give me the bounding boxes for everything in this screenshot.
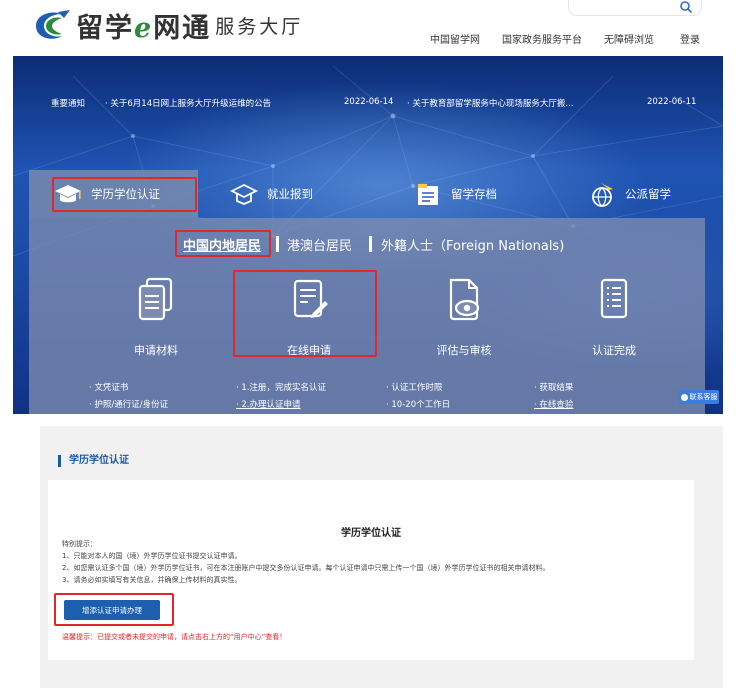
tab-label: 就业报到 [267, 187, 313, 201]
step-materials-details: · 文凭证书 · 护照/通行证/身份证 [89, 380, 168, 414]
contact-support-button[interactable]: 联系客服 [679, 390, 719, 404]
bullet-item: · 文凭证书 [89, 383, 129, 393]
tip-item: 3、请务必如实填写有关信息，并确保上传材料的真实性。 [62, 576, 242, 584]
warm-reminder: 温馨提示：已提交或者未提交的申请，请点击右上方的“用户中心”查看！ [62, 633, 287, 641]
tab-government-sponsored[interactable]: 公派留学 [587, 170, 671, 218]
add-certification-application-button[interactable]: 增添认证申请办理 [64, 600, 160, 620]
bullet-link-verify-online[interactable]: · 在线查验 [534, 397, 573, 414]
logo-subtitle: 服务大厅 [215, 15, 304, 38]
bullet-item: · 获取结果 [534, 383, 574, 393]
notice-link-1[interactable]: · 关于6月14日网上服务大厅升级运维的公告 [105, 97, 271, 109]
step-evaluation-review[interactable]: 评估与审核 [389, 276, 539, 366]
site-logo[interactable]: 留学e网通 服务大厅 [32, 6, 303, 44]
top-nav: 中国留学网 国家政务服务平台 无障碍浏览 登录 [430, 31, 700, 46]
tips-heading: 特别提示： [62, 540, 97, 548]
hero-banner: 重要通知 · 关于6月14日网上服务大厅升级运维的公告 2022-06-14 ·… [13, 56, 723, 414]
step-review-details: · 认证工作时限 · 10-20个工作日 [386, 380, 450, 414]
step-online-details: · 1.注册，完成实名认证 · 2.办理认证申请 [236, 380, 326, 414]
documents-icon [138, 277, 173, 321]
logo-title: 留学e网通 [76, 12, 212, 44]
special-tips: 特别提示： 1、只能对本人的国（境）外学历学位证书提交认证申请。 2、如您需认证… [62, 538, 549, 586]
document-folder-icon [418, 184, 438, 205]
service-tabs: 学历学位认证 就业报到 留学存档 公派留学 [29, 170, 705, 218]
site-header: 留学e网通 服务大厅 中国留学网 国家政务服务平台 无障碍浏览 登录 [0, 0, 736, 52]
nav-link-login[interactable]: 登录 [680, 31, 700, 46]
category-divider [276, 236, 279, 252]
nav-link-gov-service[interactable]: 国家政务服务平台 [502, 31, 582, 46]
tab-label: 留学存档 [451, 187, 497, 201]
checklist-icon [600, 278, 628, 319]
tab-employment-report[interactable]: 就业报到 [229, 170, 313, 218]
notice-bar: 重要通知 · 关于6月14日网上服务大厅升级运维的公告 2022-06-14 ·… [13, 92, 723, 114]
bullet-item: · 10-20个工作日 [386, 400, 451, 410]
bullet-item: · 护照/通行证/身份证 [89, 400, 169, 410]
tip-item: 1、只能对本人的国（境）外学历学位证书提交认证申请。 [62, 552, 242, 560]
highlight-box [52, 177, 197, 212]
step-materials[interactable]: 申请材料 [81, 276, 231, 366]
step-label: 认证完成 [592, 344, 636, 357]
tab-label: 公派留学 [625, 187, 671, 201]
certification-card: 学历学位认证 特别提示： 1、只能对本人的国（境）外学历学位证书提交认证申请。 … [48, 480, 694, 660]
section-title: 学历学位认证 [58, 455, 129, 467]
document-eye-icon [449, 278, 480, 321]
certification-panel: 中国内地居民 港澳台居民 外籍人士（Foreign Nationals) 申请材… [29, 218, 705, 414]
tip-item: 2、如您需认证多个国（境）外学历学位证书，可在本注册账户中提交多份认证申请。每个… [62, 564, 550, 572]
airplane-globe-icon [592, 183, 613, 207]
category-hk-macao-taiwan[interactable]: 港澳台居民 [287, 235, 352, 254]
highlight-box [233, 270, 377, 357]
bullet-link-apply[interactable]: · 2.办理认证申请 [236, 397, 326, 414]
notice-date-1: 2022-06-14 [344, 97, 394, 107]
logo-emblem-icon [36, 10, 70, 39]
step-label: 评估与审核 [436, 344, 492, 357]
applicant-category-tabs: 中国内地居民 港澳台居民 外籍人士（Foreign Nationals) [29, 230, 705, 258]
category-divider [369, 236, 372, 252]
mortarboard-icon [229, 183, 259, 205]
tab-archive[interactable]: 留学存档 [413, 170, 497, 218]
notice-link-2[interactable]: · 关于教育部留学服务中心现场服务大厅搬... [407, 97, 574, 109]
step-certification-complete[interactable]: 认证完成 [539, 276, 689, 366]
step-label: 申请材料 [134, 344, 178, 357]
bullet-item: · 1.注册，完成实名认证 [236, 383, 327, 393]
highlight-box [175, 230, 271, 257]
notice-date-2: 2022-06-11 [647, 97, 697, 107]
search-icon[interactable] [679, 1, 693, 14]
step-complete-details: · 获取结果 · 在线查验 [534, 380, 573, 414]
nav-link-study-abroad[interactable]: 中国留学网 [430, 31, 480, 46]
degree-certification-section: 学历学位认证 学历学位认证 特别提示： 1、只能对本人的国（境）外学历学位证书提… [40, 426, 723, 688]
search-box[interactable] [568, 0, 702, 16]
nav-link-accessibility[interactable]: 无障碍浏览 [604, 31, 654, 46]
category-foreign-nationals[interactable]: 外籍人士（Foreign Nationals) [381, 235, 564, 254]
notice-label: 重要通知 [51, 99, 86, 109]
card-title: 学历学位认证 [341, 528, 401, 539]
chat-icon [680, 393, 688, 401]
bullet-item: · 认证工作时限 [386, 383, 443, 393]
